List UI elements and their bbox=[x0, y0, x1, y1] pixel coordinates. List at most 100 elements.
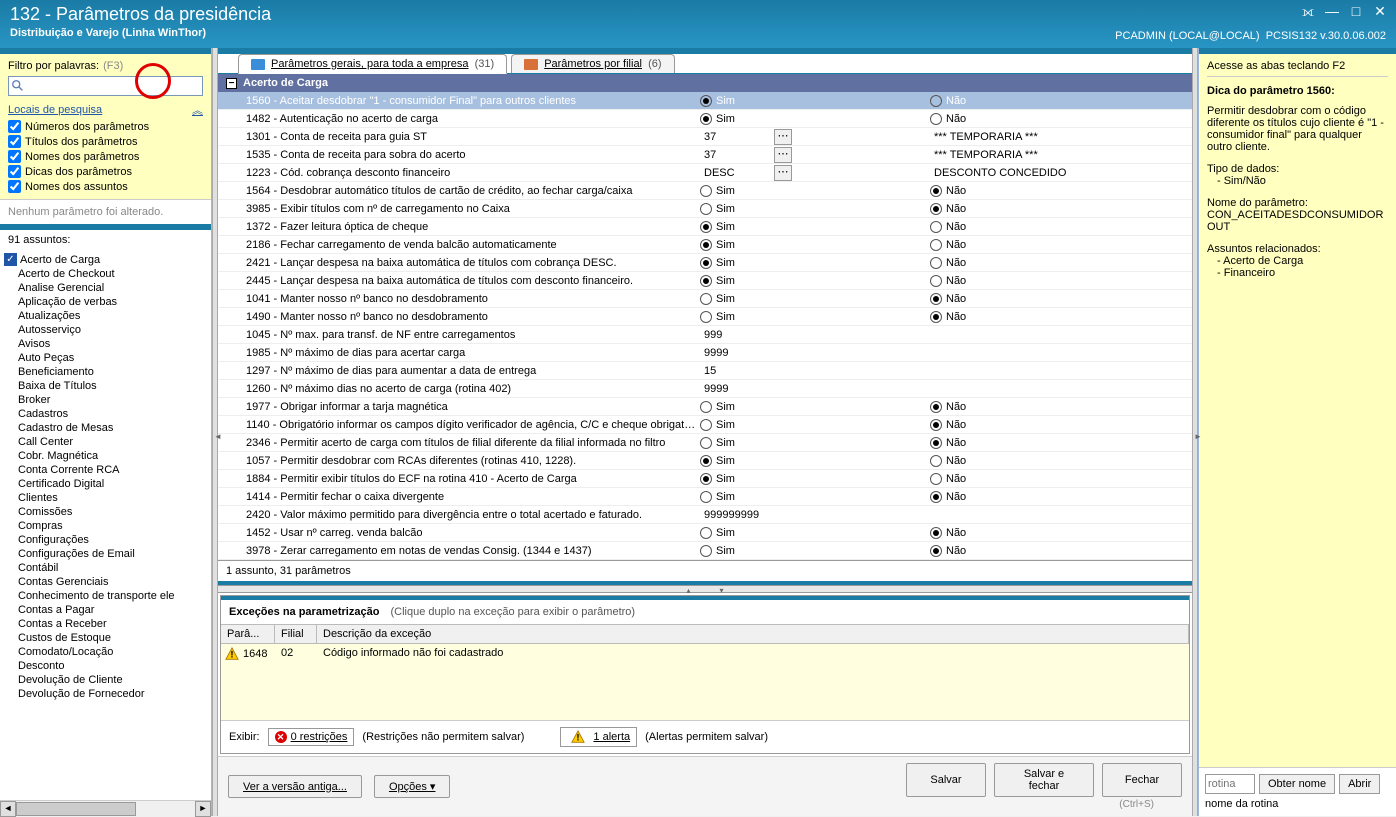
radio-sim[interactable] bbox=[700, 275, 712, 287]
radio-nao[interactable] bbox=[930, 545, 942, 557]
search-input[interactable] bbox=[29, 80, 200, 92]
subjects-list[interactable]: ✓ Acerto de Carga Acerto de CheckoutAnal… bbox=[0, 250, 211, 800]
param-row[interactable]: 1057 - Permitir desdobrar com RCAs difer… bbox=[218, 452, 1192, 470]
radio-nao[interactable] bbox=[930, 491, 942, 503]
scroll-left-icon[interactable]: ◄ bbox=[0, 801, 16, 817]
radio-sim[interactable] bbox=[700, 527, 712, 539]
subject-item[interactable]: Auto Peças bbox=[0, 351, 211, 365]
subject-item[interactable]: Contábil bbox=[0, 561, 211, 575]
radio-nao[interactable] bbox=[930, 257, 942, 269]
subject-item[interactable]: Call Center bbox=[0, 435, 211, 449]
param-row[interactable]: 1301 - Conta de receita para guia ST37⋯*… bbox=[218, 128, 1192, 146]
param-row[interactable]: 1260 - Nº máximo dias no acerto de carga… bbox=[218, 380, 1192, 398]
param-grid[interactable]: − Acerto de Carga 1560 - Aceitar desdobr… bbox=[218, 74, 1192, 561]
radio-nao[interactable] bbox=[930, 527, 942, 539]
checkbox[interactable] bbox=[8, 180, 21, 193]
exc-row[interactable]: ! 1648 02 Código informado não foi cadas… bbox=[221, 644, 1189, 664]
filter-check-4[interactable]: Nomes dos assuntos bbox=[8, 180, 203, 193]
rotina-input[interactable] bbox=[1205, 774, 1255, 794]
subject-item[interactable]: Avisos bbox=[0, 337, 211, 351]
param-row[interactable]: 1140 - Obrigatório informar os campos dí… bbox=[218, 416, 1192, 434]
subject-item[interactable]: Certificado Digital bbox=[0, 477, 211, 491]
radio-sim[interactable] bbox=[700, 455, 712, 467]
radio-nao[interactable] bbox=[930, 113, 942, 125]
subject-item[interactable]: Analise Gerencial bbox=[0, 281, 211, 295]
param-row[interactable]: 1372 - Fazer leitura óptica de chequeSim… bbox=[218, 218, 1192, 236]
subject-item[interactable]: Contas a Receber bbox=[0, 617, 211, 631]
subject-item[interactable]: Contas Gerenciais bbox=[0, 575, 211, 589]
subject-item[interactable]: Aplicação de verbas bbox=[0, 295, 211, 309]
filter-check-0[interactable]: Números dos parâmetros bbox=[8, 120, 203, 133]
radio-sim[interactable] bbox=[700, 293, 712, 305]
param-row[interactable]: 1490 - Manter nosso nº banco no desdobra… bbox=[218, 308, 1192, 326]
subject-item[interactable]: Compras bbox=[0, 519, 211, 533]
lookup-button[interactable]: ⋯ bbox=[774, 165, 792, 181]
radio-sim[interactable] bbox=[700, 239, 712, 251]
subject-item[interactable]: Desconto bbox=[0, 659, 211, 673]
subject-item-checked[interactable]: ✓ Acerto de Carga bbox=[0, 252, 211, 267]
scroll-right-icon[interactable]: ► bbox=[195, 801, 211, 817]
param-row[interactable]: 2346 - Permitir acerto de carga com títu… bbox=[218, 434, 1192, 452]
fechar-button[interactable]: Fechar bbox=[1102, 763, 1182, 797]
param-row[interactable]: 1041 - Manter nosso nº banco no desdobra… bbox=[218, 290, 1192, 308]
exc-col-desc[interactable]: Descrição da exceção bbox=[317, 625, 1189, 643]
param-row[interactable]: 1535 - Conta de receita para sobra do ac… bbox=[218, 146, 1192, 164]
subject-item[interactable]: Beneficiamento bbox=[0, 365, 211, 379]
radio-sim[interactable] bbox=[700, 419, 712, 431]
filter-check-3[interactable]: Dicas dos parâmetros bbox=[8, 165, 203, 178]
param-row[interactable]: 1564 - Desdobrar automático títulos de c… bbox=[218, 182, 1192, 200]
radio-sim[interactable] bbox=[700, 311, 712, 323]
radio-sim[interactable] bbox=[700, 257, 712, 269]
vertical-splitter-right[interactable]: ► bbox=[1192, 48, 1198, 816]
radio-sim[interactable] bbox=[700, 401, 712, 413]
radio-nao[interactable] bbox=[930, 455, 942, 467]
opcoes-button[interactable]: Opções ▾ bbox=[374, 775, 451, 798]
subject-item[interactable]: Devolução de Fornecedor bbox=[0, 687, 211, 701]
exc-grid[interactable]: Parâ... Filial Descrição da exceção ! 16… bbox=[221, 624, 1189, 720]
subject-item[interactable]: Cadastros bbox=[0, 407, 211, 421]
obter-nome-button[interactable]: Obter nome bbox=[1259, 774, 1335, 794]
salvar-button[interactable]: Salvar bbox=[906, 763, 986, 797]
subject-item[interactable]: Autosserviço bbox=[0, 323, 211, 337]
radio-nao[interactable] bbox=[930, 293, 942, 305]
param-row[interactable]: 1223 - Cód. cobrança desconto financeiro… bbox=[218, 164, 1192, 182]
checkbox[interactable] bbox=[8, 120, 21, 133]
subject-item[interactable]: Cobr. Magnética bbox=[0, 449, 211, 463]
tab-parametros-filial[interactable]: Parâmetros por filial (6) bbox=[511, 54, 674, 73]
param-row[interactable]: 3985 - Exibir títulos com nº de carregam… bbox=[218, 200, 1192, 218]
exc-col-param[interactable]: Parâ... bbox=[221, 625, 275, 643]
vertical-splitter-left[interactable]: ◄ bbox=[212, 48, 218, 816]
param-row[interactable]: 1985 - Nº máximo de dias para acertar ca… bbox=[218, 344, 1192, 362]
radio-nao[interactable] bbox=[930, 203, 942, 215]
radio-sim[interactable] bbox=[700, 95, 712, 107]
param-group-header[interactable]: − Acerto de Carga bbox=[218, 74, 1192, 92]
subject-item[interactable]: Conta Corrente RCA bbox=[0, 463, 211, 477]
radio-nao[interactable] bbox=[930, 437, 942, 449]
maximize-icon[interactable]: □ bbox=[1346, 4, 1366, 20]
radio-nao[interactable] bbox=[930, 275, 942, 287]
param-row[interactable]: 2421 - Lançar despesa na baixa automátic… bbox=[218, 254, 1192, 272]
param-row[interactable]: 3978 - Zerar carregamento em notas de ve… bbox=[218, 542, 1192, 560]
filter-check-1[interactable]: Títulos dos parâmetros bbox=[8, 135, 203, 148]
radio-sim[interactable] bbox=[700, 113, 712, 125]
tab-parametros-gerais[interactable]: Parâmetros gerais, para toda a empresa (… bbox=[238, 54, 507, 74]
abrir-button[interactable]: Abrir bbox=[1339, 774, 1380, 794]
radio-sim[interactable] bbox=[700, 437, 712, 449]
radio-nao[interactable] bbox=[930, 239, 942, 251]
subject-item[interactable]: Atualizações bbox=[0, 309, 211, 323]
subject-item[interactable]: Contas a Pagar bbox=[0, 603, 211, 617]
subject-item[interactable]: Acerto de Checkout bbox=[0, 267, 211, 281]
subject-item[interactable]: Custos de Estoque bbox=[0, 631, 211, 645]
scroll-thumb[interactable] bbox=[16, 802, 136, 816]
horizontal-splitter[interactable]: ▴ ▾ bbox=[218, 585, 1192, 593]
param-row[interactable]: 1884 - Permitir exibir títulos do ECF na… bbox=[218, 470, 1192, 488]
exc-col-filial[interactable]: Filial bbox=[275, 625, 317, 643]
lookup-button[interactable]: ⋯ bbox=[774, 147, 792, 163]
filter-check-2[interactable]: Nomes dos parâmetros bbox=[8, 150, 203, 163]
radio-sim[interactable] bbox=[700, 203, 712, 215]
subject-item[interactable]: Comissões bbox=[0, 505, 211, 519]
param-row[interactable]: 2445 - Lançar despesa na baixa automátic… bbox=[218, 272, 1192, 290]
alerts-badge[interactable]: ! 1 alerta bbox=[560, 727, 637, 747]
radio-nao[interactable] bbox=[930, 473, 942, 485]
subject-item[interactable]: Configurações de Email bbox=[0, 547, 211, 561]
